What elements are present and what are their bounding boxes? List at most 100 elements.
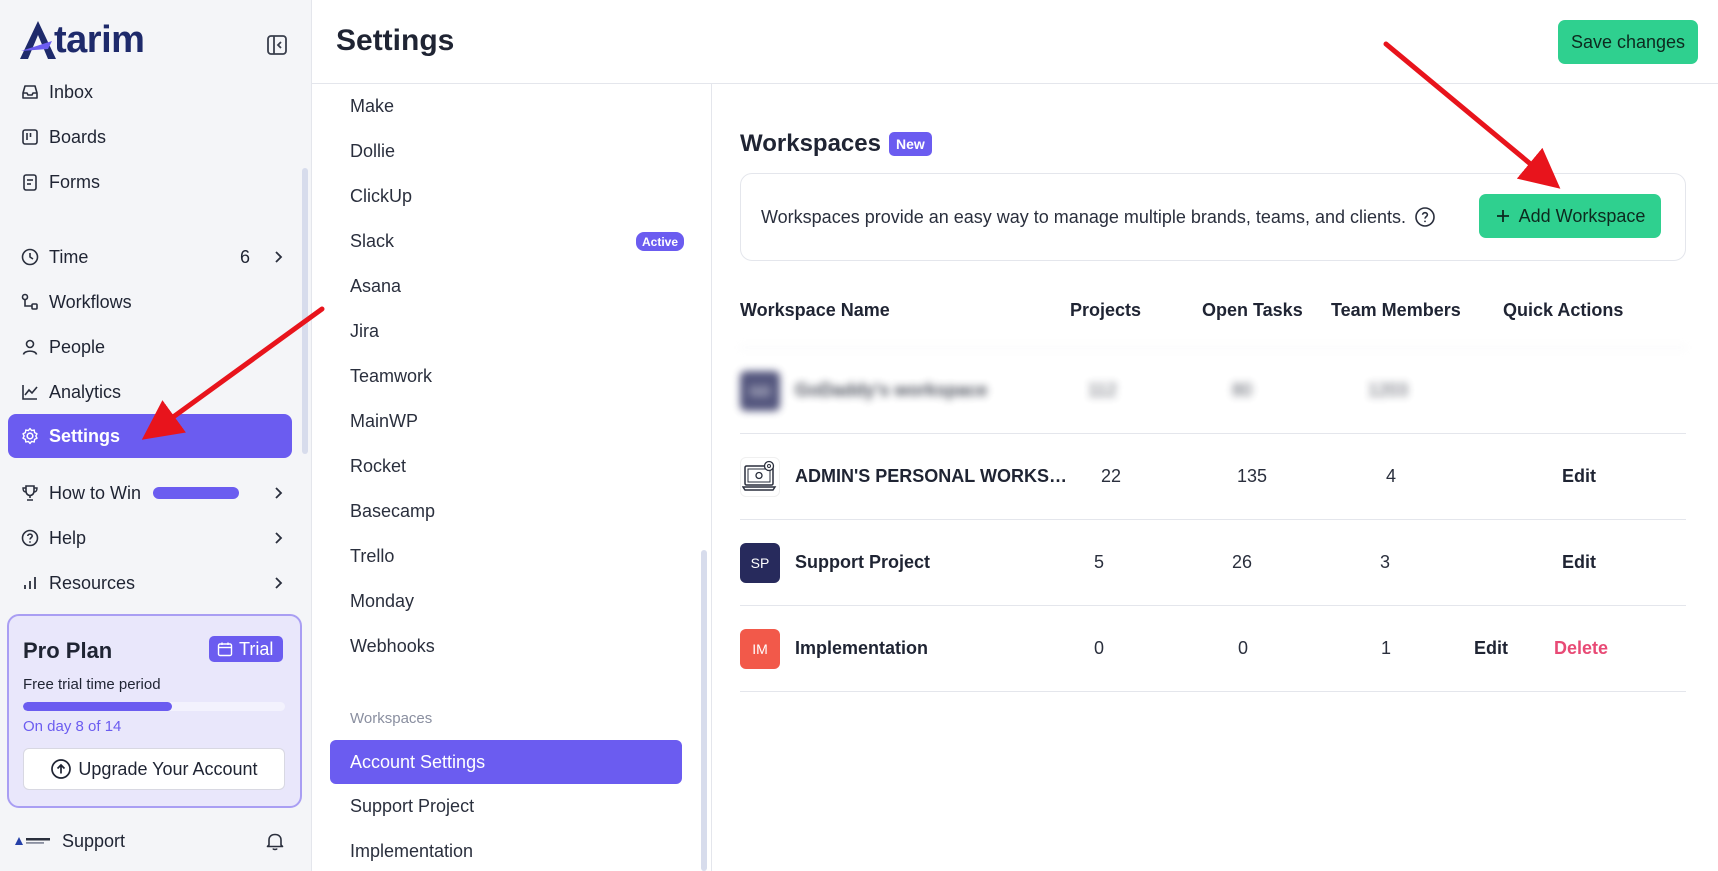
help-icon (20, 528, 40, 548)
open-tasks-count: 80 (1232, 380, 1253, 400)
edit-link[interactable]: Edit (1562, 552, 1596, 573)
sidebar-item-how-to-win[interactable]: How to Win (8, 471, 292, 515)
table-row[interactable]: GD GoDaddy's workspace 112 80 1203 (740, 347, 1686, 433)
edit-link[interactable]: Edit (1562, 466, 1596, 487)
table-bottom-border (740, 691, 1686, 692)
submenu-section-workspaces: Workspaces (350, 710, 433, 727)
submenu-item-clickup[interactable]: ClickUp (330, 174, 682, 218)
trophy-icon (20, 483, 40, 503)
sidebar-item-resources[interactable]: Resources (8, 561, 292, 605)
column-header-projects[interactable]: Projects (1070, 300, 1141, 321)
upgrade-account-label: Upgrade Your Account (78, 758, 258, 779)
edit-link[interactable]: Edit (1474, 638, 1508, 659)
bell-icon[interactable] (264, 830, 286, 852)
how-to-win-progress (153, 487, 240, 499)
team-members-count: 3 (1380, 552, 1391, 572)
sidebar-item-label: Help (49, 527, 87, 548)
submenu-item-rocket[interactable]: Rocket (330, 444, 682, 488)
sidebar-item-label: How to Win (49, 482, 142, 503)
table-row[interactable]: ADMIN'S PERSONAL WORKSPAC... 22 135 4 Ed… (740, 433, 1686, 519)
sidebar-item-label: Workflows (49, 291, 132, 312)
new-badge: New (888, 132, 932, 156)
sidebar-item-time[interactable]: Time 6 (8, 235, 292, 279)
submenu-item-dollie[interactable]: Dollie (330, 129, 682, 173)
workflow-icon (20, 292, 40, 312)
submenu-item-basecamp[interactable]: Basecamp (330, 489, 682, 533)
bar-chart-icon (20, 573, 40, 593)
submenu-item-label: Slack (350, 230, 395, 251)
workspace-name[interactable]: Support Project (795, 552, 930, 573)
sidebar-item-analytics[interactable]: Analytics (8, 370, 292, 414)
workspace-name[interactable]: Implementation (795, 638, 928, 659)
page-title: Settings (336, 24, 455, 57)
settings-submenu: Make Dollie ClickUp Slack Active Asana J… (312, 84, 712, 871)
submenu-item-asana[interactable]: Asana (330, 264, 682, 308)
submenu-item-implementation[interactable]: Implementation (330, 829, 682, 871)
plan-card: Pro Plan Trial Free trial time period On… (7, 614, 302, 808)
chart-icon (20, 382, 40, 402)
sidebar-item-boards[interactable]: Boards (8, 115, 292, 159)
workspace-avatar: IM (740, 629, 780, 669)
sidebar-item-label: Settings (49, 425, 121, 446)
slack-active-badge: Active (636, 232, 685, 251)
clock-icon (20, 247, 40, 267)
open-tasks-count: 26 (1232, 552, 1253, 572)
workspace-avatar (740, 457, 780, 497)
sidebar-item-label: Time (49, 246, 89, 267)
workspaces-title: Workspaces (740, 130, 881, 157)
trial-progress-fill (23, 702, 173, 711)
support-label: Support (62, 830, 126, 851)
delete-link[interactable]: Delete (1554, 638, 1608, 659)
table-row[interactable]: SP Support Project 5 26 3 Edit (740, 519, 1686, 605)
table-row[interactable]: IM Implementation 0 0 1 Edit Delete (740, 605, 1686, 691)
sidebar-item-label: Forms (49, 171, 100, 192)
workspaces-info-text: Workspaces provide an easy way to manage… (761, 206, 1406, 227)
sidebar-item-workflows[interactable]: Workflows (8, 280, 292, 324)
sidebar-item-inbox[interactable]: Inbox (8, 70, 292, 114)
sidebar-item-help[interactable]: Help (8, 516, 292, 560)
chevron-right-icon (275, 577, 283, 589)
support-row[interactable]: Support (14, 826, 294, 856)
upgrade-account-button[interactable]: Upgrade Your Account (23, 748, 285, 790)
sidebar-scrollbar[interactable] (302, 168, 308, 454)
plan-title: Pro Plan (23, 638, 113, 663)
time-count: 6 (240, 246, 251, 267)
open-tasks-count: 135 (1237, 466, 1268, 486)
submenu-item-teamwork[interactable]: Teamwork (330, 354, 682, 398)
add-workspace-button[interactable]: Add Workspace (1479, 194, 1661, 238)
sidebar-item-settings[interactable]: Settings (8, 414, 292, 458)
submenu-item-slack[interactable]: Slack Active (330, 219, 685, 263)
help-circle-icon[interactable] (1414, 206, 1436, 228)
submenu-item-jira[interactable]: Jira (330, 309, 682, 353)
column-header-team-members[interactable]: Team Members (1331, 300, 1461, 321)
submenu-item-webhooks[interactable]: Webhooks (330, 624, 682, 668)
workspace-name[interactable]: GoDaddy's workspace (795, 380, 987, 401)
computer-settings-icon (742, 460, 777, 491)
workspace-name[interactable]: ADMIN'S PERSONAL WORKSPAC... (795, 466, 1070, 487)
trial-day-text: On day 8 of 14 (23, 718, 122, 735)
team-members-count: 1203 (1368, 380, 1409, 400)
form-icon (20, 172, 40, 192)
submenu-scrollbar[interactable] (701, 550, 707, 871)
projects-count: 0 (1094, 638, 1105, 658)
add-workspace-label: Add Workspace (1518, 205, 1646, 226)
projects-count: 22 (1101, 466, 1122, 486)
sidebar-item-forms[interactable]: Forms (8, 160, 292, 204)
team-members-count: 1 (1381, 638, 1392, 658)
submenu-item-monday[interactable]: Monday (330, 579, 682, 623)
submenu-item-support-project[interactable]: Support Project (330, 784, 682, 828)
submenu-item-account-settings[interactable]: Account Settings (330, 740, 682, 784)
submenu-item-trello[interactable]: Trello (330, 534, 682, 578)
sidebar-item-label: Resources (49, 572, 136, 593)
projects-count: 112 (1088, 380, 1117, 400)
logo[interactable]: tarim (18, 18, 145, 62)
submenu-item-mainwp[interactable]: MainWP (330, 399, 682, 443)
submenu-item-make[interactable]: Make (330, 84, 682, 128)
workspaces-heading: Workspaces New (740, 130, 932, 158)
save-changes-button[interactable]: Save changes (1558, 20, 1698, 64)
sidebar-item-people[interactable]: People (8, 325, 292, 369)
collapse-sidebar-icon[interactable] (266, 34, 288, 56)
logo-text: tarim (54, 18, 145, 61)
column-header-workspace-name[interactable]: Workspace Name (740, 300, 890, 321)
column-header-open-tasks[interactable]: Open Tasks (1202, 300, 1303, 321)
